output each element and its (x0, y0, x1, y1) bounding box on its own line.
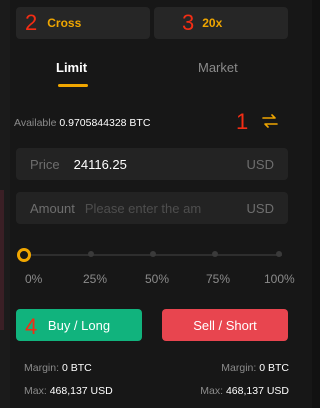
amount-input[interactable] (84, 200, 213, 216)
chart-edge-marker (0, 190, 4, 330)
transfer-icon[interactable] (262, 114, 278, 128)
slider-mark-label[interactable]: 50% (145, 272, 169, 286)
margin-value: 0 BTC (259, 362, 289, 374)
price-field[interactable]: Price 24116.25 USD (16, 148, 288, 180)
annotation-label: 2 (25, 10, 38, 35)
available-label: Available (14, 117, 57, 129)
leverage-label: 20x (202, 16, 223, 30)
slider-tick[interactable] (150, 251, 156, 257)
amount-label: Amount (30, 200, 75, 216)
amount-field[interactable]: Amount USD (16, 192, 288, 224)
slider-mark-label[interactable]: 0% (25, 272, 42, 286)
price-value[interactable]: 24116.25 (74, 157, 127, 172)
available-balance: Available 0.9705844328 BTC (14, 117, 150, 129)
margin-label: Margin: (221, 362, 257, 374)
buy-max-info: Max: 468,137 USD (24, 385, 113, 397)
annotation-label: 3 (182, 10, 195, 35)
annotation-label: 1 (236, 109, 249, 134)
max-label: Max: (200, 385, 224, 397)
sell-margin-info: Margin: 0 BTC (221, 362, 289, 374)
margin-value: 0 BTC (61, 362, 92, 374)
tab-market[interactable]: Market (198, 60, 238, 75)
slider-mark-label[interactable]: 25% (83, 272, 107, 286)
amount-unit: USD (246, 200, 274, 216)
slider-mark-label[interactable]: 75% (206, 272, 230, 286)
available-value: 0.9705844328 BTC (59, 117, 151, 129)
margin-mode-label: Cross (47, 16, 82, 30)
margin-mode-button[interactable]: 2 Cross (16, 7, 150, 39)
slider-tick[interactable] (276, 251, 282, 257)
margin-label: Margin: (24, 362, 60, 374)
slider-handle[interactable] (17, 248, 31, 262)
leverage-button[interactable]: 3 20x (154, 7, 288, 39)
active-tab-indicator (58, 84, 88, 87)
max-label: Max: (24, 385, 47, 397)
slider-mark-label[interactable]: 100% (264, 272, 295, 286)
price-label: Price (30, 156, 60, 172)
price-unit: USD (246, 156, 274, 172)
slider-tick[interactable] (88, 251, 94, 257)
sell-short-button[interactable]: Sell / Short (162, 309, 288, 341)
tab-limit[interactable]: Limit (56, 60, 87, 75)
max-value: 468,137 USD (49, 385, 113, 397)
sell-max-info: Max: 468,137 USD (200, 385, 289, 397)
buy-margin-info: Margin: 0 BTC (24, 362, 92, 374)
annotation-label: 4 (25, 314, 38, 339)
max-value: 468,137 USD (225, 385, 289, 397)
left-strip (0, 0, 10, 408)
slider-tick[interactable] (212, 251, 218, 257)
